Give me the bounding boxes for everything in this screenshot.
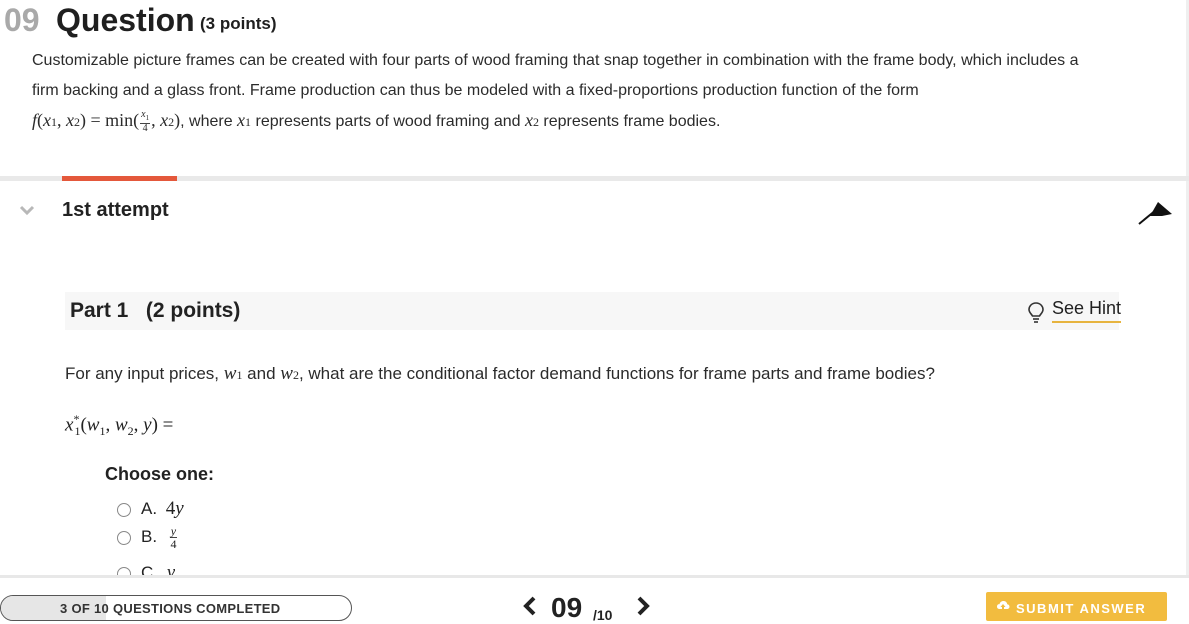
option-c[interactable]: C. y	[117, 562, 175, 575]
prompt-before: For any input prices,	[65, 364, 224, 383]
current-question-number: 09	[551, 592, 583, 623]
part-title: Part 1 (2 points)	[70, 299, 241, 322]
question-points: (3 points)	[200, 14, 277, 33]
attempt-label[interactable]: 1st attempt	[62, 199, 169, 222]
see-hint-label[interactable]: See Hint	[1052, 298, 1122, 323]
submit-answer-label[interactable]: SUBMIT ANSWER	[1016, 601, 1146, 616]
prompt-and: and	[242, 364, 281, 383]
stem-x2-description: represents frame bodies.	[538, 113, 721, 131]
question-number: 09	[4, 2, 40, 38]
option-b[interactable]: B. y4	[117, 525, 178, 550]
stem-where-text: , where	[180, 113, 238, 131]
upload-icon	[996, 600, 1010, 615]
radio-option-b[interactable]	[117, 530, 131, 545]
choose-one-label: Choose one:	[105, 464, 215, 484]
part-prompt: For any input prices, w1 and w2, what ar…	[65, 363, 935, 384]
option-c-value: y	[166, 562, 176, 575]
chevron-right-icon[interactable]	[634, 595, 652, 624]
option-b-letter: B.	[141, 526, 158, 546]
chevron-left-icon[interactable]	[521, 595, 539, 624]
radio-option-a[interactable]	[117, 502, 131, 517]
section-divider	[0, 176, 1189, 181]
option-a[interactable]: A. 4y	[117, 498, 184, 520]
option-b-value: y4	[169, 524, 178, 551]
option-c-letter: C.	[141, 563, 158, 575]
fraction-x1-over-4: x1 4	[140, 109, 151, 134]
lightbulb-icon	[1028, 302, 1044, 324]
question-heading: Question	[56, 2, 195, 38]
option-a-value: 4y	[165, 498, 184, 519]
radio-option-c[interactable]	[117, 566, 131, 575]
prompt-after: , what are the conditional factor demand…	[298, 364, 935, 383]
question-stem-line-1: Customizable picture frames can be creat…	[32, 52, 1079, 69]
pin-arrow-icon[interactable]	[1136, 196, 1174, 230]
chevron-down-icon[interactable]	[19, 203, 35, 221]
conditional-demand-expression: x*1(w1, w2, y) =	[65, 412, 174, 439]
question-stem-line-3: f(x1, x2) = min(x1 4, x2), where x1 repre…	[32, 109, 721, 134]
stem-x1-description: represents parts of wood framing and	[251, 113, 525, 131]
attempt-tab-indicator	[62, 176, 177, 181]
question-stem-line-2: firm backing and a glass front. Frame pr…	[32, 82, 919, 99]
progress-text: 3 OF 10 QUESTIONS COMPLETED	[60, 601, 281, 616]
submit-answer-button[interactable]: SUBMIT ANSWER	[986, 592, 1167, 621]
progress-bar: 3 OF 10 QUESTIONS COMPLETED	[0, 595, 352, 621]
option-a-letter: A.	[141, 499, 158, 518]
